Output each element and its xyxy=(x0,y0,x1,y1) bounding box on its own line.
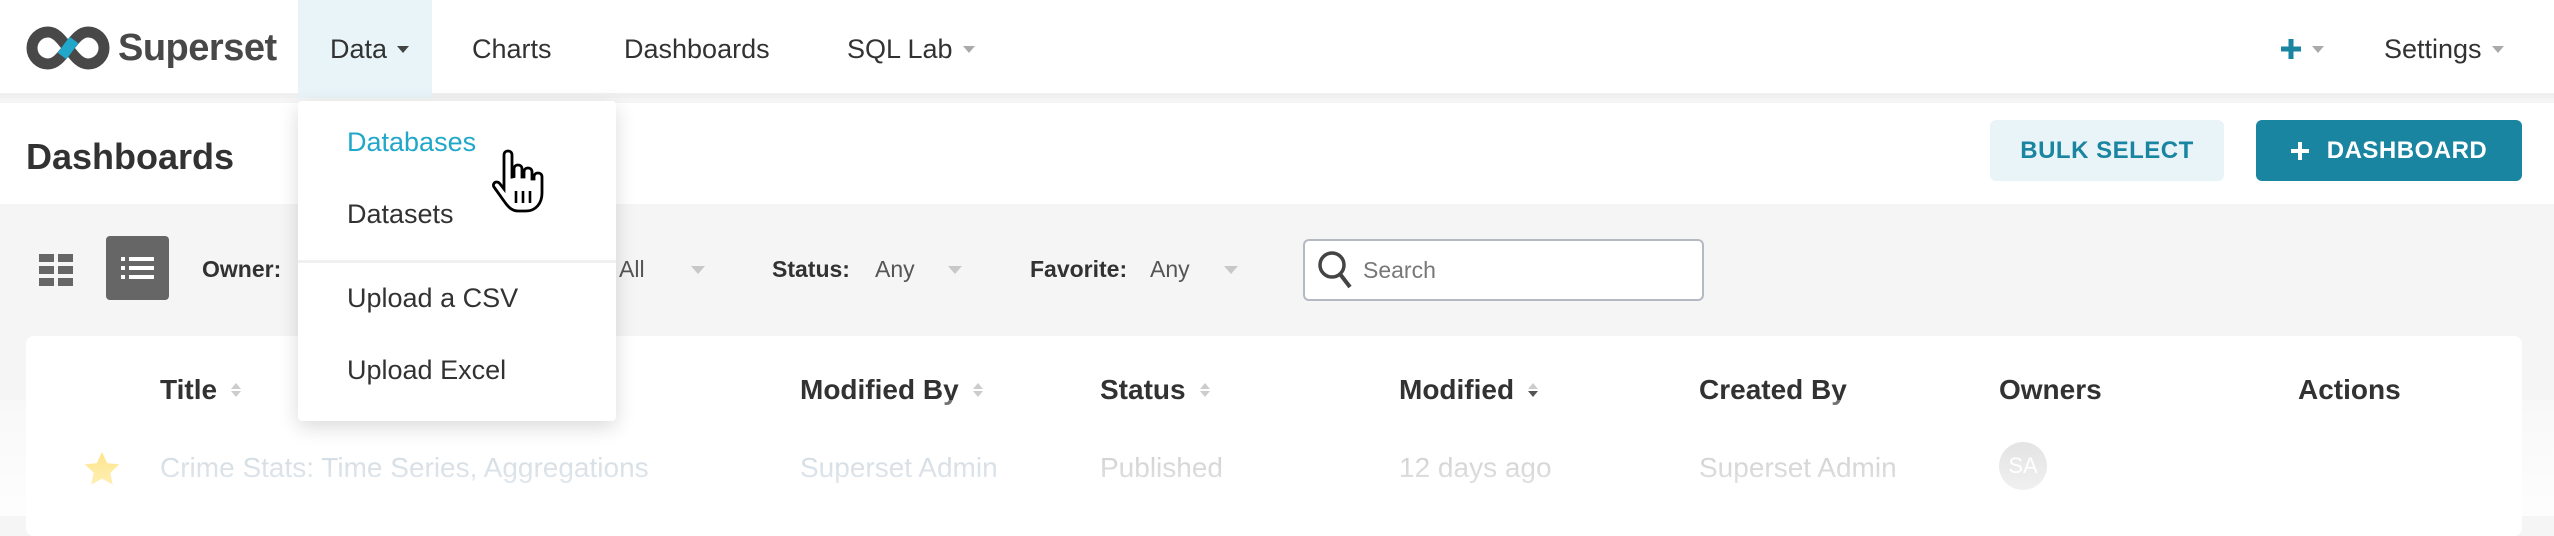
sort-desc-icon xyxy=(1528,383,1539,397)
column-label: Actions xyxy=(2298,374,2401,405)
settings-label: Settings xyxy=(2384,33,2482,64)
nav-data-label: Data xyxy=(330,33,388,64)
favorite-filter-select[interactable]: Any xyxy=(1150,256,1190,283)
top-navbar: Superset Data Charts Dashboards SQL Lab … xyxy=(0,0,2554,98)
search-input[interactable] xyxy=(1363,256,1683,284)
sort-icon xyxy=(231,383,242,397)
list-view-button[interactable] xyxy=(106,236,169,300)
caret-down-icon xyxy=(948,266,962,274)
column-label: Status xyxy=(1100,374,1186,405)
menu-item-databases[interactable]: Databases xyxy=(347,127,476,158)
column-header-modified-by[interactable]: Modified By xyxy=(800,374,983,406)
new-menu[interactable] xyxy=(2280,0,2324,98)
column-label: Owners xyxy=(1999,374,2102,405)
column-header-modified[interactable]: Modified xyxy=(1399,374,1539,406)
column-label: Modified xyxy=(1399,374,1515,405)
add-dashboard-label: DASHBOARD xyxy=(2326,136,2488,164)
nav-charts[interactable]: Charts xyxy=(472,0,552,98)
superset-logo-icon xyxy=(26,26,110,70)
nav-dashboards-label: Dashboards xyxy=(624,33,770,64)
brand-name: Superset xyxy=(118,26,277,69)
nav-dashboards[interactable]: Dashboards xyxy=(624,0,770,98)
status-filter-select[interactable]: Any xyxy=(875,256,915,283)
caret-down-icon xyxy=(962,45,975,53)
created-by-cell: Superset Admin xyxy=(1699,452,1897,483)
caret-down-icon xyxy=(1224,266,1238,274)
nav-charts-label: Charts xyxy=(472,33,552,64)
superset-logo[interactable]: Superset xyxy=(26,26,277,70)
status-filter-label: Status: xyxy=(772,256,850,282)
menu-item-upload-excel[interactable]: Upload Excel xyxy=(347,355,506,386)
caret-down-icon xyxy=(2491,45,2504,53)
dashboard-title-link[interactable]: Crime Stats: Time Series, Aggregations xyxy=(160,452,649,484)
menu-item-upload-csv[interactable]: Upload a CSV xyxy=(347,283,518,314)
favorite-filter-label: Favorite: xyxy=(1030,256,1128,282)
modified-by-cell: Superset Admin xyxy=(800,452,998,483)
hand-pointer-cursor-icon xyxy=(492,149,544,213)
search-box[interactable] xyxy=(1303,239,1704,301)
menu-divider xyxy=(298,260,616,263)
star-icon[interactable] xyxy=(84,452,120,486)
modified-cell: 12 days ago xyxy=(1399,452,1552,483)
owner-filter-select[interactable]: All xyxy=(619,256,645,283)
caret-down-icon xyxy=(691,266,705,274)
data-dropdown-menu: Databases Datasets Upload a CSV Upload E… xyxy=(298,101,616,421)
column-label: Created By xyxy=(1699,374,1847,405)
sort-icon xyxy=(972,383,983,397)
column-header-title[interactable]: Title xyxy=(160,374,242,406)
list-icon xyxy=(121,257,154,279)
plus-icon xyxy=(2290,141,2309,160)
column-label: Title xyxy=(160,374,218,405)
status-cell: Published xyxy=(1100,452,1223,483)
bulk-select-button[interactable]: BULK SELECT xyxy=(1990,120,2224,181)
search-icon xyxy=(1318,251,1352,289)
nav-sql-lab-label: SQL Lab xyxy=(847,33,953,64)
settings-menu[interactable]: Settings xyxy=(2384,0,2504,98)
caret-down-icon xyxy=(2312,45,2324,53)
column-header-status[interactable]: Status xyxy=(1100,374,1210,406)
column-header-owners: Owners xyxy=(1999,374,2102,406)
nav-data[interactable]: Data xyxy=(298,0,432,98)
add-dashboard-button[interactable]: DASHBOARD xyxy=(2256,120,2522,181)
owner-avatar[interactable]: SA xyxy=(1999,442,2047,490)
column-label: Modified By xyxy=(800,374,959,405)
plus-icon xyxy=(2281,39,2301,59)
column-header-created-by: Created By xyxy=(1699,374,1847,406)
menu-item-datasets[interactable]: Datasets xyxy=(347,199,454,230)
nav-sql-lab[interactable]: SQL Lab xyxy=(847,0,975,98)
column-header-actions: Actions xyxy=(2298,374,2401,406)
card-view-icon[interactable] xyxy=(39,254,75,286)
sort-icon xyxy=(1199,383,1210,397)
page-title: Dashboards xyxy=(26,136,235,177)
owner-filter-label: Owner: xyxy=(202,256,282,282)
caret-down-icon xyxy=(397,45,410,53)
